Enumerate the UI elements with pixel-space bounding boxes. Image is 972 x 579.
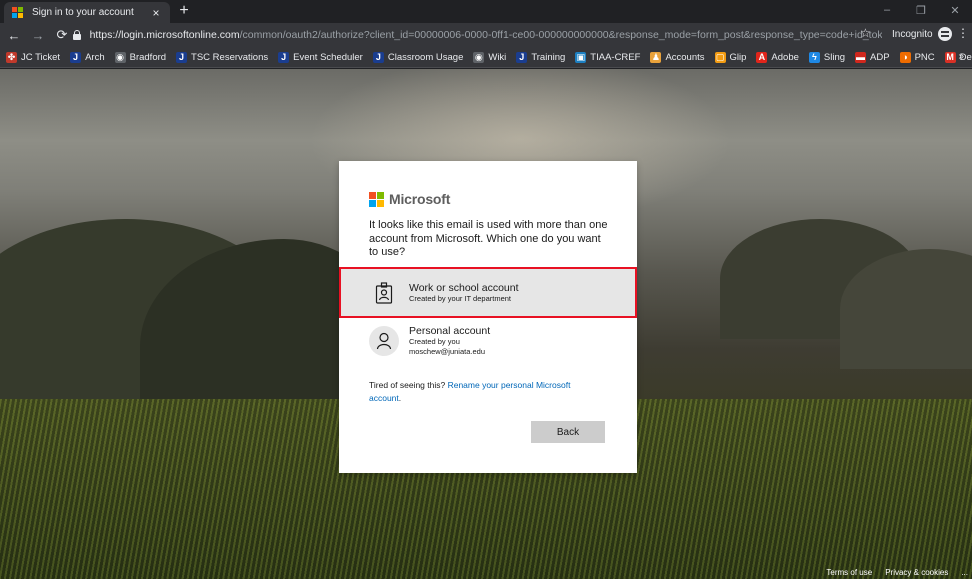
account-prompt: It looks like this email is used with mo… xyxy=(369,219,608,258)
incognito-label: Incognito xyxy=(892,28,933,40)
bookmark-label: ADP xyxy=(870,51,890,63)
tiaa-icon: ▣ xyxy=(575,51,587,63)
bookmark-item[interactable]: ▢ Glip xyxy=(714,51,747,63)
bookmark-item[interactable]: ◉ Bradford xyxy=(114,51,167,63)
personal-account-title: Personal account xyxy=(409,325,491,337)
microsoft-logo-icon xyxy=(369,191,384,207)
url-path: /common/oauth2/authorize?client_id=00000… xyxy=(239,29,882,41)
bookmark-item[interactable]: J TSC Reservations xyxy=(176,51,269,63)
bookmark-item[interactable]: ♟ Accounts xyxy=(650,51,705,63)
juniata-j-icon: J xyxy=(70,51,82,63)
bookmark-label: Wiki xyxy=(488,51,507,63)
jc-ticket-icon: ✤ xyxy=(6,51,17,63)
rename-note: Tired of seeing this? Rename your person… xyxy=(369,379,599,405)
globe-icon: ◉ xyxy=(114,51,126,63)
sling-icon: ϟ xyxy=(808,51,820,63)
microsoft-logo: Microsoft xyxy=(369,191,450,207)
id-badge-icon xyxy=(369,278,399,308)
lock-icon xyxy=(72,30,82,40)
work-account-subtitle: Created by your IT department xyxy=(409,293,511,303)
signin-card: Microsoft It looks like this email is us… xyxy=(339,161,637,473)
tab-title: Sign in to your account xyxy=(32,7,134,18)
microsoft-wordmark: Microsoft xyxy=(389,191,451,207)
person-icon xyxy=(369,326,399,356)
bookmark-star-icon[interactable]: ☆ xyxy=(860,26,871,40)
back-button[interactable]: Back xyxy=(531,421,605,443)
tired-text: Tired of seeing this? xyxy=(369,380,448,390)
minimize-icon[interactable]: – xyxy=(870,0,904,20)
terms-link[interactable]: Terms of use xyxy=(826,568,872,577)
personal-account-subtitle: Created by you xyxy=(409,337,460,346)
personal-account-email: moschew@juniata.edu xyxy=(409,347,485,356)
url-text: https://login.microsoftonline.com/common… xyxy=(90,29,882,41)
accounts-icon: ♟ xyxy=(650,51,662,63)
close-window-icon[interactable]: ✕ xyxy=(938,0,972,20)
bookmark-item[interactable]: ▣ TIAA-CREF xyxy=(575,51,641,63)
personal-avatar-wrapper xyxy=(369,326,399,356)
bookmark-item[interactable]: J Arch xyxy=(70,51,105,63)
globe-icon: ◉ xyxy=(473,51,485,63)
bookmark-item[interactable]: J Training xyxy=(516,51,566,63)
adobe-icon: A xyxy=(756,51,768,63)
incognito-icon xyxy=(937,27,952,41)
bookmark-item[interactable]: J Classroom Usage xyxy=(372,51,464,63)
forward-arrow-icon[interactable]: → xyxy=(28,25,48,45)
juniata-j-icon: J xyxy=(372,51,384,63)
gmail-icon: M xyxy=(944,51,956,63)
bookmark-label: Adobe xyxy=(771,51,799,63)
bookmark-label: Bradford xyxy=(129,51,167,63)
tab-close-icon[interactable]: × xyxy=(150,7,162,19)
tab-sign-in[interactable]: Sign in to your account × xyxy=(4,2,170,23)
bookmark-label: Arch xyxy=(85,51,105,63)
address-bar[interactable]: https://login.microsoftonline.com/common… xyxy=(72,25,882,45)
more-options[interactable]: ... xyxy=(961,568,968,577)
menu-kebab-icon[interactable]: ⋮ xyxy=(957,26,969,40)
bookmark-item[interactable]: ✤ JC Ticket xyxy=(6,51,61,63)
window-controls: – ❐ ✕ xyxy=(870,0,972,20)
adp-icon: ▬ xyxy=(855,51,867,63)
back-arrow-icon[interactable]: ← xyxy=(4,25,24,45)
microsoft-favicon-icon xyxy=(12,6,24,19)
bookmark-item[interactable]: J Event Scheduler xyxy=(278,51,363,63)
bookmark-label: Event Scheduler xyxy=(293,51,363,63)
work-account-title: Work or school account xyxy=(409,281,519,294)
bookmark-item[interactable]: ▬ ADP xyxy=(855,51,890,63)
bookmarks-overflow-icon[interactable]: » xyxy=(958,51,964,62)
bookmark-label: TSC Reservations xyxy=(191,51,269,63)
juniata-j-icon: J xyxy=(278,51,290,63)
bookmark-label: PNC xyxy=(914,51,935,63)
reload-icon[interactable]: ⟳ xyxy=(52,25,72,45)
bookmark-label: Accounts xyxy=(665,51,705,63)
restore-icon[interactable]: ❐ xyxy=(904,0,938,20)
bookmark-label: TIAA-CREF xyxy=(590,51,641,63)
browser-toolbar: ← → ⟳ https://login.microsoftonline.com/… xyxy=(0,23,972,47)
juniata-j-icon: J xyxy=(516,51,528,63)
bookmarks-bar: ✤ JC Ticket J Arch ◉ Bradford J TSC Reservation… xyxy=(0,47,972,68)
pnc-icon: ◑ xyxy=(899,51,911,63)
bookmark-label: Classroom Usage xyxy=(387,51,464,63)
rename-period: . xyxy=(398,393,402,403)
tab-strip: Sign in to your account × + – ❐ ✕ xyxy=(0,0,972,23)
bookmark-item[interactable]: ◉ Wiki xyxy=(473,51,507,63)
privacy-link[interactable]: Privacy & cookies xyxy=(885,568,948,577)
incognito-indicator[interactable]: Incognito xyxy=(892,27,952,41)
bookmark-item[interactable]: A Adobe xyxy=(756,51,799,63)
bookmark-label: Glip xyxy=(729,51,747,63)
bookmark-label: Sling xyxy=(823,51,846,63)
personal-account-option[interactable]: Personal account Created by you moschew@… xyxy=(339,321,637,361)
url-host: https://login.microsoftonline.com xyxy=(89,29,240,41)
bookmark-item[interactable]: ◑ PNC xyxy=(899,51,935,63)
new-tab-icon[interactable]: + xyxy=(176,3,192,19)
juniata-j-icon: J xyxy=(176,51,188,63)
bookmark-item[interactable]: ϟ Sling xyxy=(808,51,846,63)
page-footer: Terms of use Privacy & cookies ... xyxy=(813,565,968,579)
bookmark-label: Training xyxy=(531,51,566,63)
bookmark-label: JC Ticket xyxy=(21,51,61,63)
glip-icon: ▢ xyxy=(714,51,726,63)
work-account-option[interactable]: Work or school account Created by your I… xyxy=(339,267,637,318)
